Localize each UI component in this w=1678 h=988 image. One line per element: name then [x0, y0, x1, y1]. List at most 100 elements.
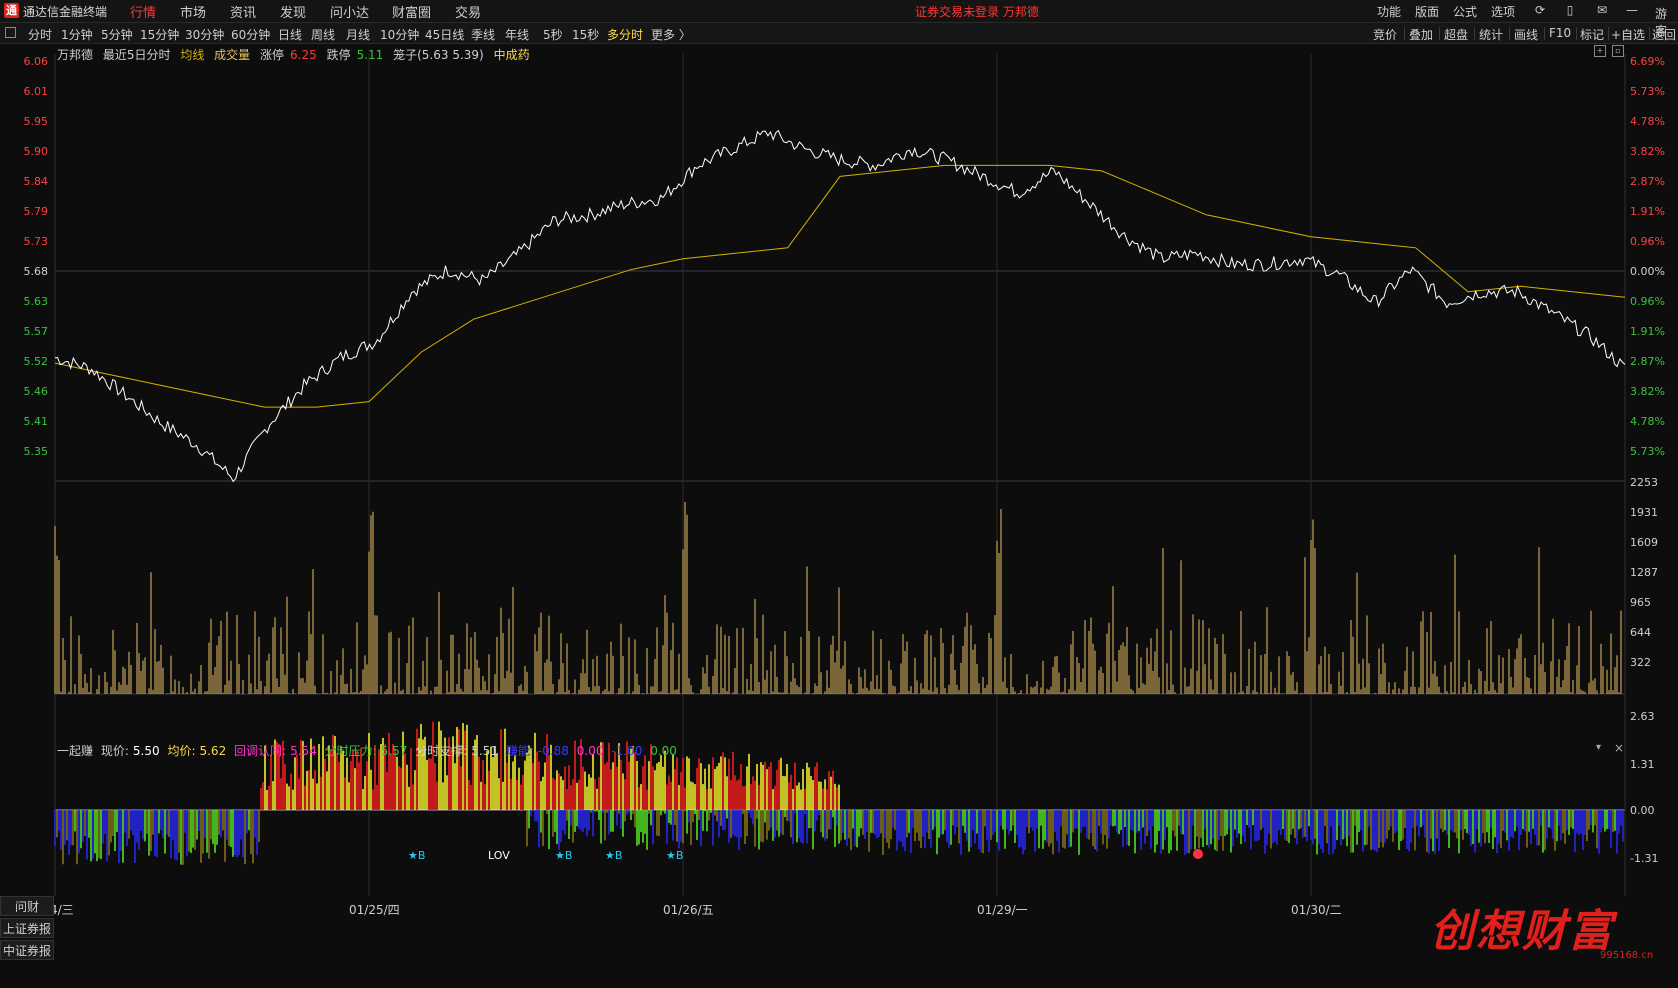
tab-yearly[interactable]: 年线	[505, 26, 529, 43]
indicator-tick: -1.31	[1630, 852, 1658, 865]
price-tick-left: 5.57	[24, 325, 49, 338]
tab-weekly[interactable]: 周线	[311, 26, 335, 43]
volume-tick: 322	[1630, 656, 1651, 669]
tab-60min[interactable]: 60分钟	[231, 26, 270, 43]
panel-toggle-icon[interactable]	[5, 27, 16, 38]
tool-overlay[interactable]: 叠加	[1409, 26, 1433, 43]
cage-range: 笼子(5.63 5.39)	[393, 48, 484, 62]
indicator-retest-label: 回调认同:	[234, 744, 287, 758]
menu-news[interactable]: 资讯	[230, 2, 256, 21]
tab-intraday[interactable]: 分时	[28, 26, 52, 43]
date-tick: 01/26/五	[663, 903, 714, 917]
watermark-site: 995168.cn	[1600, 950, 1654, 961]
chart-settings-icon[interactable]: +	[1594, 45, 1606, 57]
price-tick-right: 0.00%	[1630, 265, 1665, 278]
tab-15min[interactable]: 15分钟	[140, 26, 179, 43]
top-layout-button[interactable]: 版面	[1415, 3, 1439, 20]
tab-5min[interactable]: 5分钟	[101, 26, 133, 43]
alert-dot-icon	[1193, 849, 1203, 859]
tool-stats[interactable]: 统计	[1479, 26, 1503, 43]
price-tick-left: 5.63	[24, 295, 49, 308]
phone-icon[interactable]: ▯	[1563, 3, 1577, 17]
tool-add-watchlist[interactable]: +自选	[1611, 26, 1645, 43]
tab-5sec[interactable]: 5秒	[543, 26, 563, 43]
price-tick-left: 5.73	[24, 235, 49, 248]
ask-finance-button[interactable]: 问财	[0, 896, 54, 916]
tab-45day[interactable]: 45日线	[425, 26, 464, 43]
top-function-button[interactable]: 功能	[1377, 3, 1401, 20]
menu-wealth-circle[interactable]: 财富圈	[392, 2, 431, 21]
tab-monthly[interactable]: 月线	[346, 26, 370, 43]
indicator-tick: 0.00	[1630, 804, 1655, 817]
indicator-pressure: 5.57	[380, 744, 408, 758]
indicator-retest: 5.54	[290, 744, 317, 758]
price-tick-left: 6.01	[24, 85, 49, 98]
mail-icon[interactable]: ✉	[1595, 3, 1609, 17]
tab-daily[interactable]: 日线	[278, 26, 302, 43]
tab-multi-day[interactable]: 多分时	[607, 26, 643, 43]
price-tick-right: 3.82%	[1630, 145, 1665, 158]
volume-tick: 644	[1630, 626, 1651, 639]
indicator-price-label: 现价:	[100, 744, 129, 758]
top-formula-button[interactable]: 公式	[1453, 3, 1477, 20]
shanghai-securities-news-button[interactable]: 上证券报	[0, 918, 54, 938]
sector-label[interactable]: 中成药	[494, 48, 530, 62]
menu-trade[interactable]: 交易	[455, 2, 481, 21]
tool-auction[interactable]: 竞价	[1373, 26, 1397, 43]
price-tick-right: 3.82%	[1630, 385, 1665, 398]
indicator-avg: 5.62	[199, 744, 227, 758]
tool-mark[interactable]: 标记	[1580, 26, 1604, 43]
period-label: 最近5日分时	[102, 48, 171, 62]
tab-1min[interactable]: 1分钟	[61, 26, 93, 43]
tool-draw[interactable]: 画线	[1514, 26, 1538, 43]
guest-label[interactable]: 游客	[1655, 5, 1678, 39]
volume-tick: 965	[1630, 596, 1651, 609]
price-tick-right: 5.73%	[1630, 85, 1665, 98]
indicator-avg-label: 均价:	[167, 744, 196, 758]
title-bar: 通 通达信金融终端 行情 市场 资讯 发现 问小达 财富圈 交易 证券交易未登录…	[0, 0, 1678, 23]
stock-name[interactable]: 万邦德	[57, 48, 93, 62]
tab-quarterly[interactable]: 季线	[471, 26, 495, 43]
login-notice[interactable]: 证券交易未登录 万邦德	[915, 3, 1039, 20]
volume-bars	[54, 502, 1624, 694]
signal-marker: ★B	[605, 849, 622, 862]
top-options-button[interactable]: 选项	[1491, 3, 1515, 20]
menu-market[interactable]: 市场	[180, 2, 206, 21]
tool-f10[interactable]: F10	[1549, 26, 1571, 40]
chart-expand-icon[interactable]: ▫	[1612, 45, 1624, 57]
signal-marker: ★B	[666, 849, 683, 862]
indicator-name[interactable]: 一起赚	[57, 744, 93, 758]
price-tick-right: 5.73%	[1630, 445, 1665, 458]
refresh-icon[interactable]: ⟳	[1533, 3, 1547, 17]
indicator-extra4: 0.00	[650, 744, 677, 758]
tool-super[interactable]: 超盘	[1444, 26, 1468, 43]
indicator-tick: 2.63	[1630, 710, 1655, 723]
menu-market-quotes[interactable]: 行情	[130, 2, 156, 21]
tab-15sec[interactable]: 15秒	[572, 26, 599, 43]
limit-up-value: 6.25	[290, 48, 317, 62]
menu-discover[interactable]: 发现	[280, 2, 306, 21]
minimize-icon[interactable]: —	[1625, 3, 1639, 17]
app-title: 通达信金融终端	[23, 5, 108, 19]
chart-grid	[54, 54, 1626, 896]
volume-tick: 1609	[1630, 536, 1658, 549]
tab-more[interactable]: 更多 〉	[651, 26, 691, 43]
multi-day-intraday-chart[interactable]: 6.06 6.69% 6.01 5.73% 5.95 4.78% 5.90 3.82% 5.84…	[0, 44, 1678, 988]
price-tick-left: 5.79	[24, 205, 49, 218]
volume-tick: 1931	[1630, 506, 1658, 519]
china-securities-news-button[interactable]: 中证券报	[0, 940, 54, 960]
tab-30min[interactable]: 30分钟	[185, 26, 224, 43]
limit-up-label: 涨停	[260, 48, 285, 62]
indicator-dropdown-icon[interactable]: ▾	[1596, 742, 1601, 753]
tab-10min[interactable]: 10分钟	[380, 26, 419, 43]
date-tick: 01/25/四	[349, 903, 400, 917]
price-tick-left: 5.52	[24, 355, 49, 368]
price-tick-right: 1.91%	[1630, 325, 1665, 338]
watermark-logo: 创想财富	[1430, 906, 1614, 957]
menu-ask[interactable]: 问小达	[330, 2, 369, 21]
limit-down-label: 跌停	[326, 48, 351, 62]
indicator-close-icon[interactable]: ×	[1614, 741, 1624, 755]
price-tick-right: 6.69%	[1630, 55, 1665, 68]
price-tick-right: 2.87%	[1630, 175, 1665, 188]
chart-info-line: 万邦德 最近5日分时 均线 成交量 涨停 6.25 跌停 5.11 笼子(5.63 …	[57, 46, 536, 63]
